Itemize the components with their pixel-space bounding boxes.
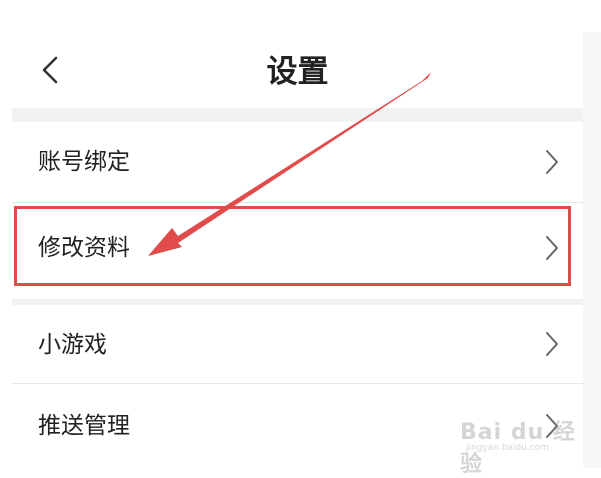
watermark-url: jingyan.baidu.com <box>466 443 550 453</box>
watermark: Bai du 经验 jingyan.baidu.com <box>460 410 590 477</box>
annotation-arrow <box>148 72 431 256</box>
